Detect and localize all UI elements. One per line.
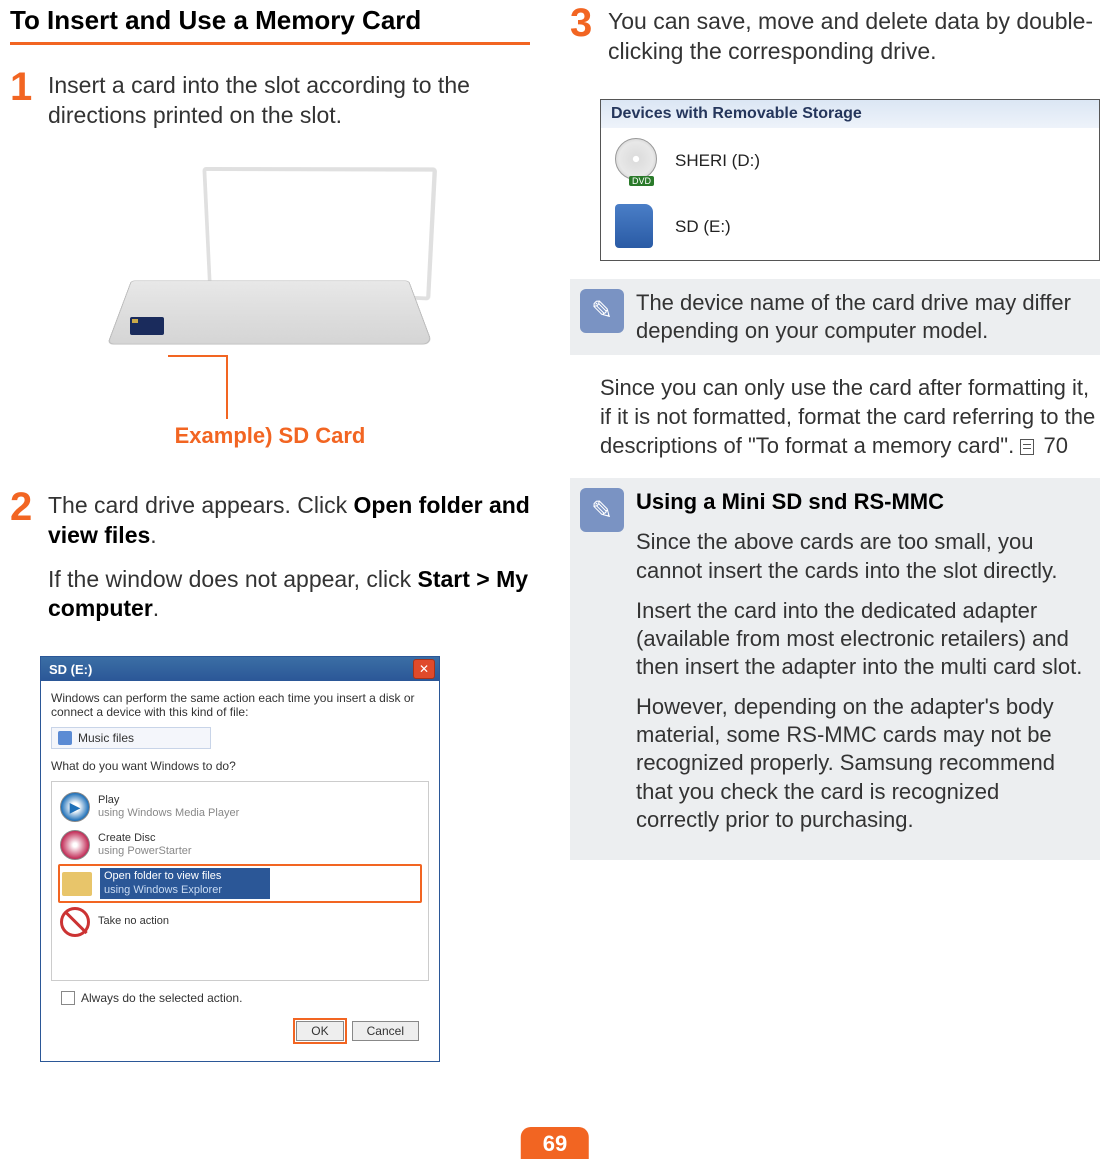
option-take-no-action[interactable]: Take no action — [58, 903, 422, 941]
file-type-row: Music files — [51, 727, 211, 749]
folder-icon — [62, 869, 92, 899]
option-play[interactable]: ▶ Playusing Windows Media Player — [58, 788, 422, 826]
note-icon: ✎ — [580, 488, 624, 532]
dialog-prompt: What do you want Windows to do? — [51, 759, 429, 773]
step1-text: Insert a card into the slot according to… — [48, 71, 530, 131]
page-ref-icon — [1020, 439, 1034, 455]
step3-text: You can save, move and delete data by do… — [608, 7, 1100, 67]
note2-p1: Since the above cards are too small, you… — [636, 528, 1086, 584]
option-open-folder[interactable]: Open folder to view filesusing Windows E… — [58, 864, 422, 902]
step-number: 2 — [10, 489, 40, 639]
devices-header: Devices with Removable Storage — [601, 100, 1099, 128]
cancel-button[interactable]: Cancel — [352, 1021, 419, 1041]
ok-button[interactable]: OK — [296, 1021, 343, 1041]
page-number: 69 — [521, 1127, 589, 1159]
laptop-figure: Example) SD Card — [10, 163, 530, 449]
left-column: To Insert and Use a Memory Card 1 Insert… — [10, 5, 530, 1062]
step-number: 3 — [570, 5, 600, 81]
wmp-icon: ▶ — [60, 792, 90, 822]
note-text: Using a Mini SD snd RS-MMC Since the abo… — [636, 488, 1086, 846]
step-body: Insert a card into the slot according to… — [48, 69, 530, 145]
right-column: 3 You can save, move and delete data by … — [570, 5, 1100, 1062]
note-icon: ✎ — [580, 289, 624, 333]
options-list: ▶ Playusing Windows Media Player Create … — [51, 781, 429, 981]
dvd-drive-icon: DVD — [615, 138, 661, 184]
callout-line — [226, 355, 228, 419]
step-2: 2 The card drive appears. Click Open fol… — [10, 489, 530, 639]
dialog-intro: Windows can perform the same action each… — [51, 691, 429, 719]
section-title: To Insert and Use a Memory Card — [10, 5, 530, 45]
note-text: The device name of the card drive may di… — [636, 289, 1086, 345]
dialog-titlebar: SD (E:) ✕ — [41, 657, 439, 681]
step-body: You can save, move and delete data by do… — [608, 5, 1100, 81]
device-label: SHERI (D:) — [675, 151, 760, 171]
dialog-title: SD (E:) — [49, 662, 92, 677]
laptop-caption: Example) SD Card — [10, 423, 530, 449]
sd-drive-icon — [615, 204, 661, 250]
step-number: 1 — [10, 69, 40, 145]
device-label: SD (E:) — [675, 217, 731, 237]
option-create-disc[interactable]: Create Discusing PowerStarter — [58, 826, 422, 864]
step2-line1: The card drive appears. Click Open folde… — [48, 491, 530, 551]
sd-card-icon — [130, 309, 174, 339]
note2-p2: Insert the card into the dedicated adapt… — [636, 597, 1086, 681]
page-content: To Insert and Use a Memory Card 1 Insert… — [10, 0, 1100, 1062]
checkbox-icon[interactable] — [61, 991, 75, 1005]
devices-panel: Devices with Removable Storage DVD SHERI… — [600, 99, 1100, 261]
device-dvd-row[interactable]: DVD SHERI (D:) — [601, 128, 1099, 194]
dialog-body: Windows can perform the same action each… — [41, 681, 439, 1061]
format-paragraph: Since you can only use the card after fo… — [600, 373, 1100, 460]
step-body: The card drive appears. Click Open folde… — [48, 489, 530, 639]
device-sd-row[interactable]: SD (E:) — [601, 194, 1099, 260]
no-action-icon — [60, 907, 90, 937]
step-1: 1 Insert a card into the slot according … — [10, 69, 530, 145]
close-icon[interactable]: ✕ — [413, 659, 435, 679]
note2-p3: However, depending on the adapter's body… — [636, 693, 1086, 834]
note2-title: Using a Mini SD snd RS-MMC — [636, 489, 944, 514]
music-file-icon — [58, 731, 72, 745]
laptop-image — [80, 163, 460, 383]
step2-line2: If the window does not appear, click Sta… — [48, 565, 530, 625]
note-mini-sd: ✎ Using a Mini SD snd RS-MMC Since the a… — [570, 478, 1100, 860]
autoplay-dialog: SD (E:) ✕ Windows can perform the same a… — [40, 656, 440, 1062]
dialog-buttons: OK Cancel — [51, 1015, 429, 1051]
powerstarter-icon — [60, 830, 90, 860]
step-3: 3 You can save, move and delete data by … — [570, 5, 1100, 81]
always-checkbox-row[interactable]: Always do the selected action. — [51, 981, 429, 1015]
note-device-name: ✎ The device name of the card drive may … — [570, 279, 1100, 355]
